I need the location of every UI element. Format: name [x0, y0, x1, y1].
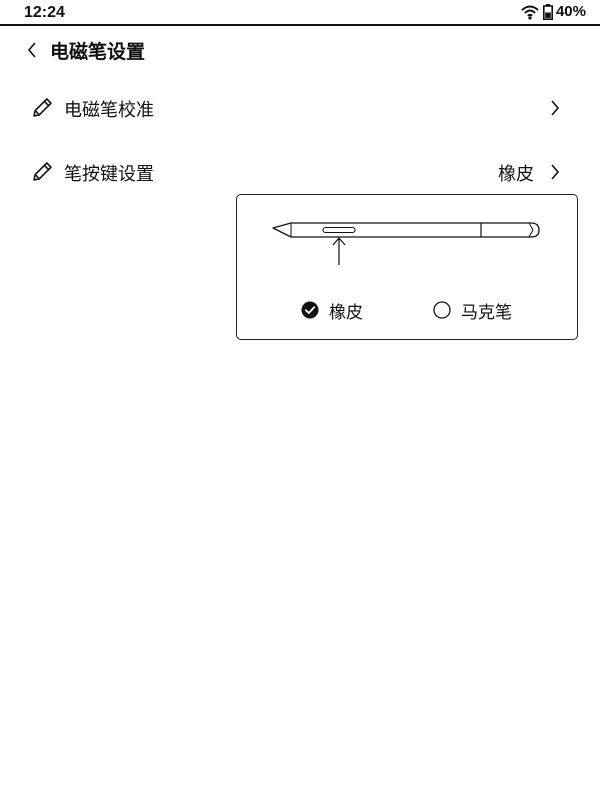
- page-title: 电磁笔设置: [50, 41, 146, 63]
- battery-percentage: 40%: [555, 3, 586, 20]
- battery-icon: [542, 3, 553, 20]
- unchecked-radio-icon: [433, 301, 451, 319]
- pen-button-current-value: 橡皮: [498, 164, 534, 185]
- marker-option[interactable]: 马克笔: [433, 299, 512, 323]
- status-bar: 12:24 40%: [0, 0, 600, 26]
- chevron-right-icon: [551, 164, 560, 180]
- pen-calibration-label: 电磁笔校准: [64, 100, 154, 121]
- pen-button-settings-label: 笔按键设置: [64, 164, 154, 185]
- eraser-option[interactable]: 橡皮: [301, 299, 363, 323]
- pencil-icon: [33, 162, 52, 181]
- pen-calibration-row[interactable]: 电磁笔校准: [0, 84, 600, 132]
- pen-button-options-card: 橡皮 马克笔: [236, 194, 578, 340]
- header: 电磁笔设置: [0, 30, 600, 70]
- eraser-option-label: 橡皮: [329, 302, 363, 323]
- pencil-icon: [33, 98, 52, 117]
- stylus-illustration: [272, 222, 540, 265]
- checked-radio-icon: [301, 301, 319, 319]
- chevron-left-icon: [27, 42, 36, 58]
- status-time: 12:24: [24, 4, 65, 21]
- pen-button-settings-row[interactable]: 笔按键设置 橡皮: [0, 148, 600, 196]
- wifi-icon: [521, 5, 539, 20]
- chevron-right-icon: [551, 100, 560, 116]
- status-indicators: 40%: [521, 3, 586, 20]
- marker-option-label: 马克笔: [461, 302, 512, 323]
- back-button[interactable]: [20, 38, 44, 62]
